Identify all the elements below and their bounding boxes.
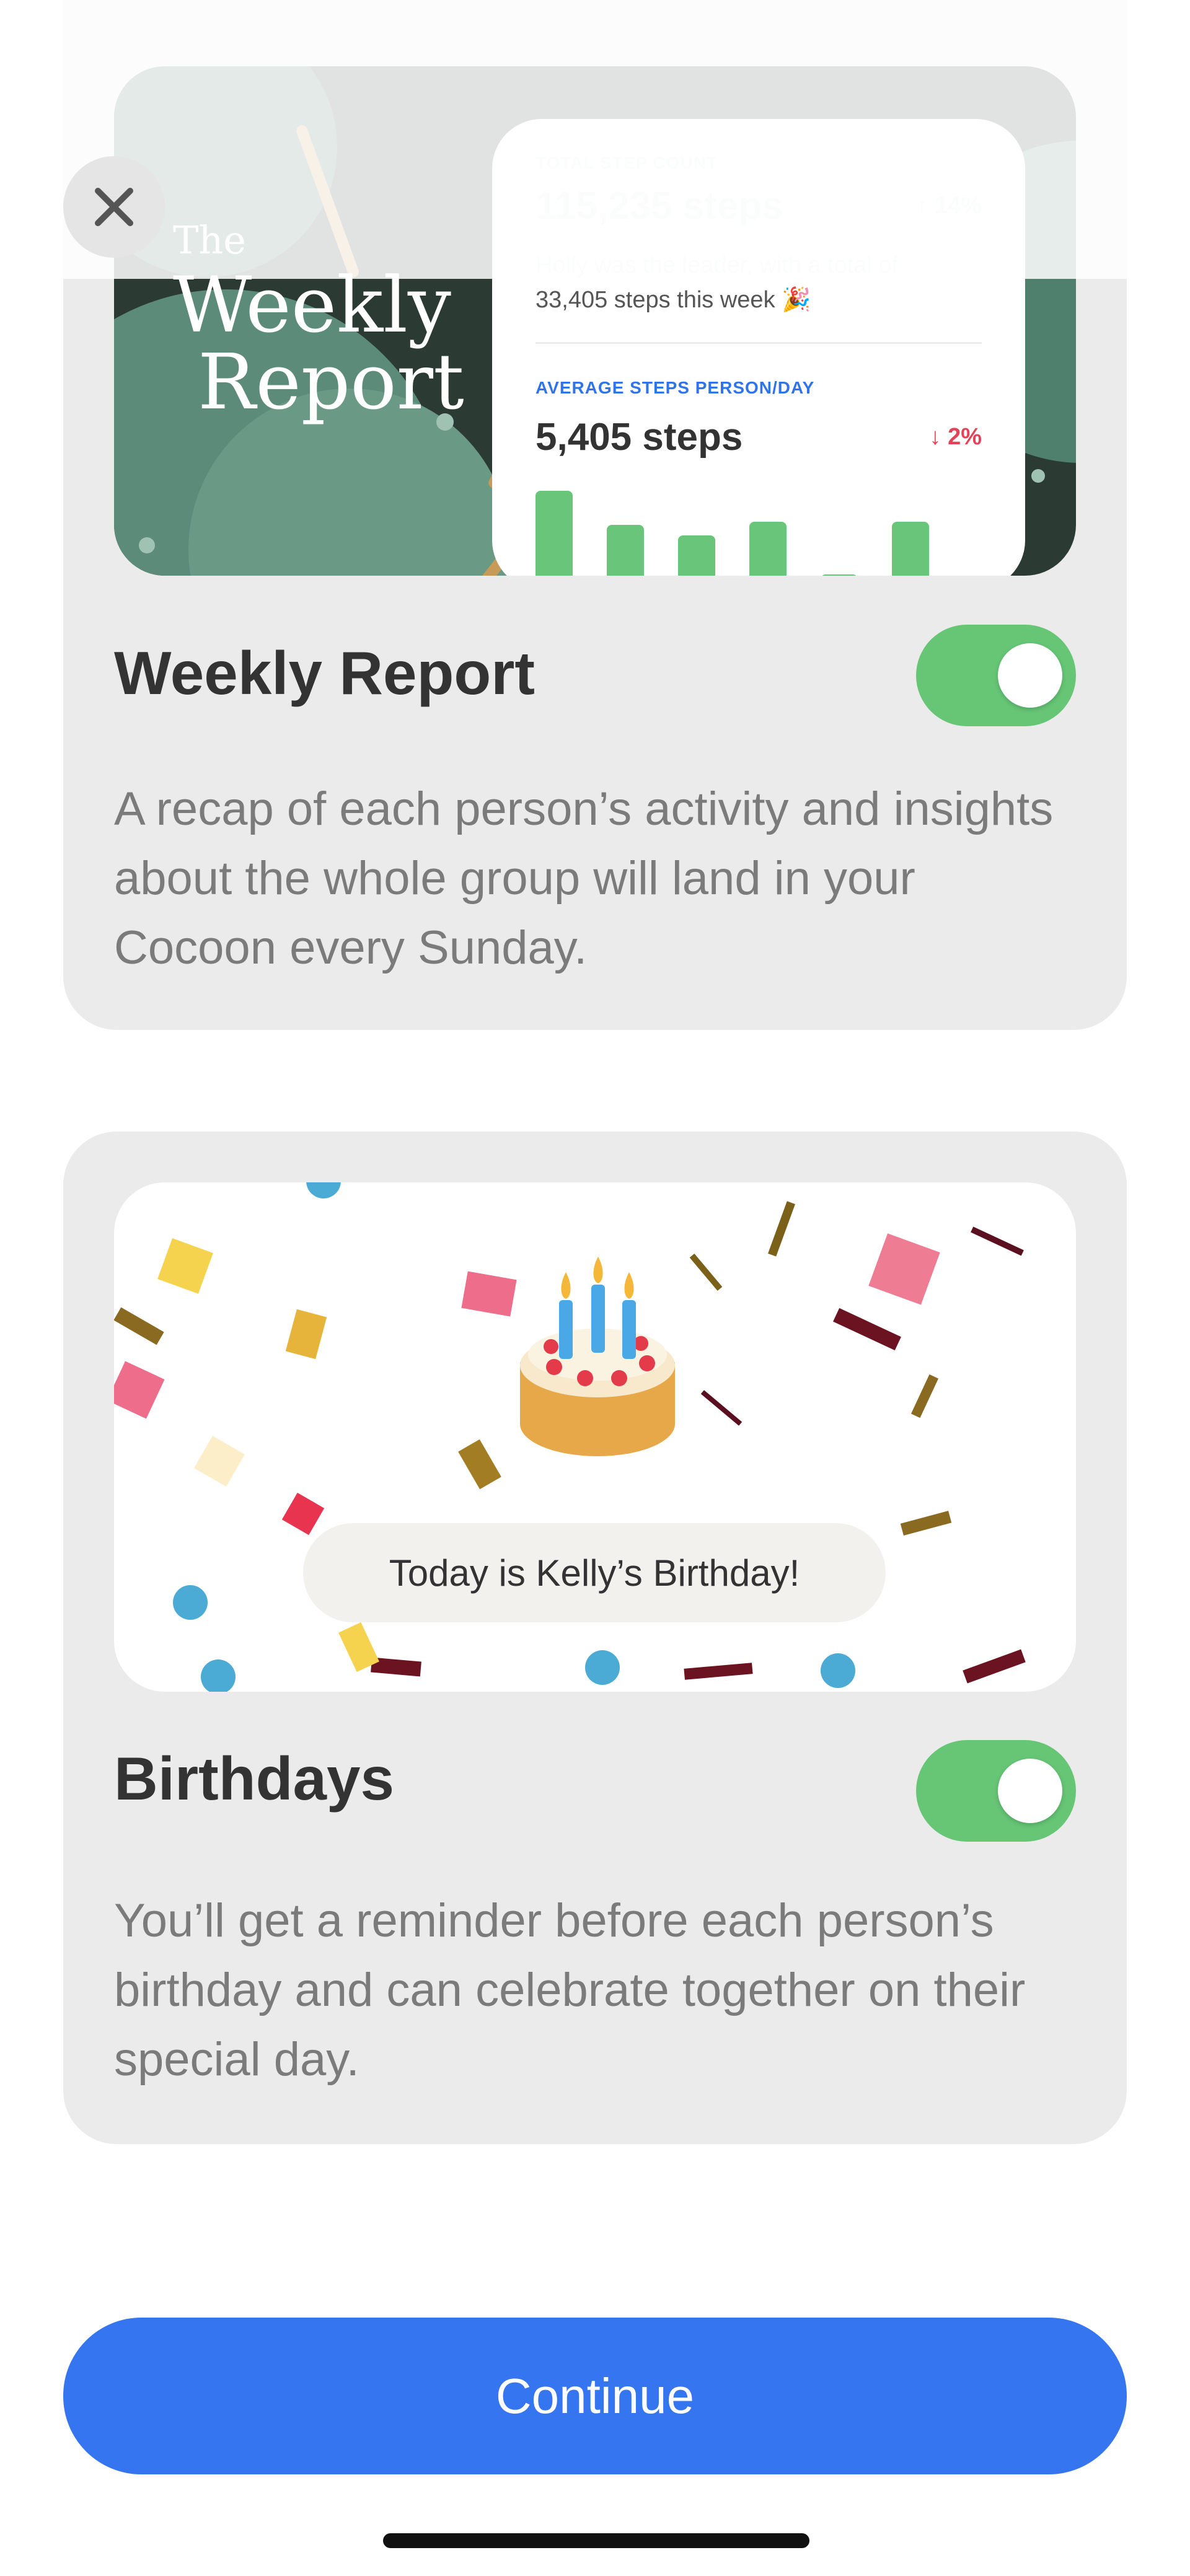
confetti-dot (306, 1182, 341, 1198)
confetti-dot (821, 1653, 855, 1688)
confetti-dot (201, 1659, 236, 1692)
chart-bar (749, 522, 787, 576)
logo-weekly: Weekly (173, 261, 451, 350)
continue-button[interactable]: Continue (63, 2318, 1127, 2474)
confetti (114, 1361, 165, 1419)
birthdays-title: Birthdays (114, 1744, 395, 1813)
confetti (963, 1649, 1026, 1684)
birthday-banner: Today is Kelly’s Birthday! (303, 1523, 886, 1622)
confetti (684, 1663, 753, 1680)
chart-bar (536, 491, 573, 576)
birthdays-toggle[interactable] (916, 1740, 1076, 1842)
leader-summary: Holly was the leader, with a total of 33… (536, 248, 982, 317)
dot-decoration (139, 537, 155, 553)
dot-decoration (1031, 469, 1045, 483)
leader-text: was the leader, with a total of (588, 252, 899, 278)
close-icon (95, 188, 133, 226)
confetti (114, 1307, 164, 1345)
leader-steps: 33,405 steps this week 🎉 (536, 287, 811, 313)
confetti (281, 1492, 325, 1536)
chart-bar (607, 525, 644, 576)
confetti (194, 1436, 245, 1487)
confetti (900, 1510, 952, 1536)
home-indicator (383, 2533, 809, 2548)
confetti (971, 1226, 1024, 1256)
weekly-report-description: A recap of each person’s activity and in… (114, 783, 1054, 974)
confetti-dot (173, 1585, 208, 1620)
avg-steps-change: ↓ 2% (929, 424, 982, 450)
chart-bar (892, 522, 929, 576)
weekly-report-card: The Weekly Report TOTAL STEP COUNT 115,2… (63, 0, 1127, 1030)
weekly-report-logo: The Weekly Report (173, 221, 464, 421)
confetti (458, 1439, 501, 1490)
divider (536, 342, 982, 344)
confetti (689, 1253, 723, 1291)
birthdays-description: You’ll get a reminder before each person… (114, 1894, 1026, 2086)
confetti (157, 1238, 213, 1294)
confetti (833, 1308, 901, 1351)
weekly-report-title: Weekly Report (114, 639, 535, 707)
logo-the: The (173, 218, 246, 263)
confetti (285, 1309, 327, 1360)
confetti-dot (585, 1650, 620, 1685)
confetti (700, 1390, 743, 1426)
stats-panel: TOTAL STEP COUNT 115,235 steps ↑ 14% Hol… (492, 119, 1025, 576)
birthday-cake-icon (520, 1257, 675, 1456)
total-step-value: 115,235 steps (536, 185, 783, 227)
confetti (910, 1374, 939, 1418)
total-step-label: TOTAL STEP COUNT (536, 153, 718, 172)
birthdays-card: Today is Kelly’s Birthday! Birthdays You… (63, 1132, 1127, 2144)
weekly-report-preview: The Weekly Report TOTAL STEP COUNT 115,2… (114, 66, 1076, 576)
confetti (868, 1233, 940, 1305)
chart-bar (821, 574, 858, 576)
toggle-knob (998, 1759, 1062, 1823)
birthday-preview: Today is Kelly’s Birthday! (114, 1182, 1076, 1692)
avg-steps-value: 5,405 steps (536, 416, 743, 459)
toggle-knob (998, 643, 1062, 708)
logo-report: Report (198, 338, 464, 427)
leader-name: Holly (536, 252, 588, 278)
total-step-change: ↑ 14% (916, 193, 982, 219)
close-button[interactable] (63, 156, 165, 258)
confetti (461, 1271, 517, 1317)
confetti (768, 1201, 795, 1257)
avg-steps-label: AVERAGE STEPS PERSON/DAY (536, 378, 815, 397)
chart-bar (678, 535, 715, 576)
steps-bar-chart (536, 491, 982, 576)
weekly-report-toggle[interactable] (916, 625, 1076, 726)
onboarding-screen: The Weekly Report TOTAL STEP COUNT 115,2… (0, 0, 1190, 2576)
